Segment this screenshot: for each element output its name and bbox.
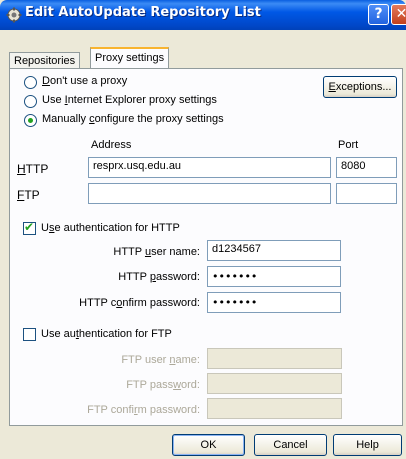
no-proxy-radio[interactable] [24,76,37,89]
tab-proxy-settings[interactable]: Proxy settings [90,47,170,68]
no-proxy-label[interactable]: Don't use a proxy [42,75,127,87]
ftp-username-label: FTP user name: [121,354,200,366]
address-header: Address [91,139,132,151]
ftp-label: FTP [17,188,40,202]
ftp-password-label: FTP password: [126,379,200,391]
port-header: Port [338,139,359,151]
cancel-button[interactable]: Cancel [254,434,327,456]
close-button[interactable]: ✕ [391,4,406,25]
app-icon [6,7,22,23]
http-confirm-password-label: HTTP confirm password: [79,297,200,309]
http-address-input[interactable]: resprx.usq.edu.au [88,157,331,178]
ftp-confirm-password-input [207,398,342,419]
ftp-port-input[interactable] [336,183,397,204]
ftp-password-input [207,373,342,394]
manual-proxy-radio[interactable] [24,114,37,127]
ftp-username-input [207,348,342,369]
http-port-input[interactable]: 8080 [336,157,397,178]
help-button[interactable]: Help [333,434,402,456]
ftp-address-input[interactable] [88,183,331,204]
http-username-input[interactable]: d1234567 [207,240,341,261]
help-titlebar-button[interactable]: ? [368,4,389,25]
http-username-label: HTTP user name: [113,246,200,258]
exceptions-button[interactable]: Exceptions... [323,76,397,98]
ftp-auth-label[interactable]: Use authentication for FTP [41,328,172,340]
http-auth-checkbox[interactable] [23,220,36,235]
http-label: HTTP [17,162,49,176]
http-confirm-password-input[interactable]: ••••••• [207,292,341,313]
manual-proxy-label[interactable]: Manually configure the proxy settings [42,113,224,125]
ftp-auth-checkbox[interactable] [23,328,36,341]
tab-repositories[interactable]: Repositories [9,52,81,69]
http-auth-label[interactable]: Use authentication for HTTP [41,222,180,234]
http-password-label: HTTP password: [118,271,200,283]
http-password-input[interactable]: ••••••• [207,266,341,287]
ie-proxy-label[interactable]: Use Internet Explorer proxy settings [42,94,217,106]
ftp-confirm-password-label: FTP confirm password: [87,404,200,416]
ok-button[interactable]: OK [172,434,245,456]
ie-proxy-radio[interactable] [24,95,37,108]
window-title: Edit AutoUpdate Repository List [25,5,261,20]
dialog-window: Edit AutoUpdate Repository List ? ✕ Repo… [0,0,406,459]
title-bar[interactable]: Edit AutoUpdate Repository List ? ✕ [0,0,406,30]
